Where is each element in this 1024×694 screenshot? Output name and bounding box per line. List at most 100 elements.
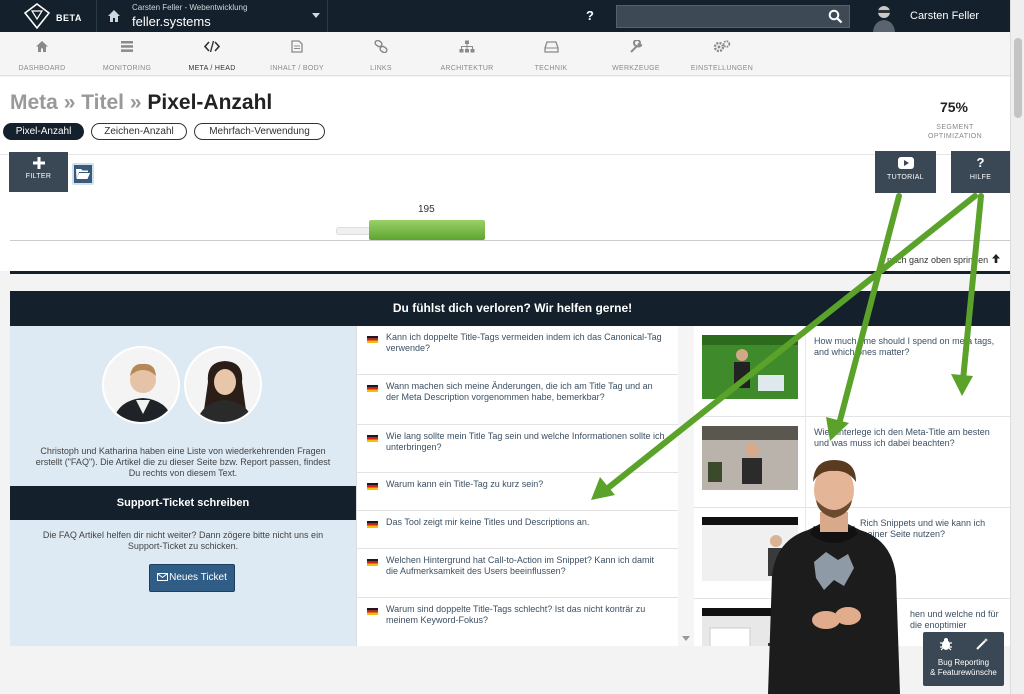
page-title: Pixel-Anzahl — [147, 91, 273, 114]
faq-question[interactable]: Kann ich doppelte Title-Tags vermeiden i… — [386, 332, 666, 354]
new-ticket-label: Neues Ticket — [169, 572, 227, 583]
question-icon: ? — [976, 155, 985, 170]
envelope-icon — [157, 573, 169, 581]
breadcrumb-titel[interactable]: Titel — [81, 91, 124, 114]
account-owner: Carsten Feller - Webentwicklung — [132, 3, 248, 12]
chevron-down-icon — [312, 13, 320, 18]
jump-to-top-link[interactable]: nach ganz oben springen — [887, 254, 1001, 265]
tutorial-button[interactable]: TUTORIAL — [875, 151, 936, 193]
nav-technik[interactable]: TECHNIK — [528, 32, 574, 76]
nav-meta-head[interactable]: META / HEAD — [180, 32, 244, 76]
search-icon[interactable] — [828, 9, 843, 24]
tab-mehrfach-verwendung[interactable]: Mehrfach-Verwendung — [194, 123, 325, 140]
beta-badge: BETA — [56, 13, 82, 23]
link-icon — [374, 40, 388, 53]
faq-item[interactable]: Warum kann ein Title-Tag zu kurz sein? — [357, 473, 679, 511]
nav-werkzeuge[interactable]: WERKZEUGE — [608, 32, 664, 76]
segment-score: 75% — [939, 99, 969, 115]
nav-links[interactable]: LINKS — [358, 32, 404, 76]
chevron-down-icon — [682, 636, 690, 641]
chart-bar-background — [336, 227, 370, 235]
faq-item[interactable]: Das Tool zeigt mir keine Titles und Desc… — [357, 511, 679, 549]
faq-question[interactable]: Warum sind doppelte Title-Tags schlecht?… — [386, 604, 666, 626]
scrollbar-thumb[interactable] — [1014, 38, 1022, 118]
gears-icon — [713, 40, 731, 53]
nav-einstellungen[interactable]: EINSTELLUNGEN — [688, 32, 756, 76]
filter-button[interactable]: FILTER — [9, 152, 68, 192]
faq-scrollbar[interactable] — [678, 326, 694, 646]
document-icon — [291, 40, 303, 53]
score-label-line: SEGMENT — [936, 124, 974, 131]
help-button[interactable]: ? — [586, 8, 594, 23]
video-title[interactable]: Wie hinterlege ich den Meta-Title am bes… — [814, 427, 1004, 449]
user-name[interactable]: Carsten Feller — [910, 10, 979, 22]
faq-item[interactable]: Wann machen sich meine Änderungen, die i… — [357, 375, 679, 425]
avatar-christoph — [102, 346, 180, 424]
faq-question[interactable]: Warum kann ein Title-Tag zu kurz sein? — [386, 479, 666, 490]
faq-item[interactable]: Welchen Hintergrund hat Call-to-Action i… — [357, 549, 679, 598]
nav-label: INHALT / BODY — [270, 65, 324, 72]
account-switcher[interactable]: Carsten Feller - Webentwicklung feller.s… — [96, 0, 328, 32]
faq-question[interactable]: Das Tool zeigt mir keine Titles und Desc… — [386, 517, 666, 528]
faq-question[interactable]: Welchen Hintergrund hat Call-to-Action i… — [386, 555, 666, 577]
nav-label: EINSTELLUNGEN — [690, 65, 754, 72]
video-thumbnail[interactable] — [702, 335, 798, 399]
bug-report-button[interactable]: Bug Reporting & Featurewünsche — [923, 632, 1004, 686]
faq-item[interactable]: Wie lang sollte mein Title Tag sein und … — [357, 425, 679, 473]
nav-label: TECHNIK — [534, 65, 568, 72]
help-intro-text: Christoph und Katharina haben eine Liste… — [35, 446, 331, 478]
nav-dashboard[interactable]: DASHBOARD — [12, 32, 72, 76]
faq-item[interactable]: Kann ich doppelte Title-Tags vermeiden i… — [357, 326, 679, 375]
help-section-header: Du fühlst dich verloren? Wir helfen gern… — [10, 291, 1015, 326]
faq-item[interactable]: Warum sind doppelte Title-Tags schlecht?… — [357, 598, 679, 646]
nav-inhalt-body[interactable]: INHALT / BODY — [264, 32, 330, 76]
folder-open-icon — [76, 169, 90, 179]
tab-pixel-anzahl[interactable]: Pixel-Anzahl — [3, 123, 84, 140]
flag-de-icon — [367, 385, 378, 392]
tab-zeichen-anzahl[interactable]: Zeichen-Anzahl — [91, 123, 187, 140]
flag-de-icon — [367, 608, 378, 615]
nav-architektur[interactable]: ARCHITEKTUR — [436, 32, 498, 76]
help-intro-panel: Christoph und Katharina haben eine Liste… — [10, 326, 356, 646]
sitemap-icon — [459, 40, 475, 53]
page-scrollbar[interactable] — [1010, 0, 1024, 694]
section-divider — [10, 271, 1015, 274]
nav-label: MONITORING — [102, 65, 152, 72]
folder-button[interactable] — [72, 163, 94, 185]
divider — [805, 326, 806, 417]
plus-icon — [32, 157, 45, 169]
logo[interactable]: BETA — [24, 3, 88, 29]
avatar[interactable] — [868, 1, 900, 32]
hilfe-button[interactable]: ? HILFE — [951, 151, 1010, 193]
arrow-up-icon — [992, 254, 1001, 263]
faq-question[interactable]: Wann machen sich meine Änderungen, die i… — [386, 381, 666, 403]
list-icon — [121, 41, 133, 52]
new-ticket-button[interactable]: Neues Ticket — [149, 564, 235, 592]
chart-baseline — [10, 240, 1015, 241]
breadcrumb-separator: » — [124, 91, 148, 114]
chart-area: FILTER TUTORIAL ? HILFE 195 nach ganz ob… — [0, 151, 1015, 274]
flag-de-icon — [367, 483, 378, 490]
breadcrumb-meta[interactable]: Meta — [10, 91, 58, 114]
video-item[interactable]: How much time should I spend on meta tag… — [694, 326, 1015, 417]
nav-label: ARCHITEKTUR — [440, 65, 494, 72]
logo-diamond-icon — [24, 3, 50, 29]
chart-bar[interactable] — [369, 220, 485, 240]
video-title[interactable]: hen und welche nd für die enoptimier — [910, 609, 1010, 631]
wrench-icon — [630, 40, 643, 53]
nav-monitoring[interactable]: MONITORING — [96, 32, 158, 76]
faq-question[interactable]: Wie lang sollte mein Title Tag sein und … — [386, 431, 666, 453]
page-header: Meta » Titel » Pixel-Anzahl Pixel-Anzahl… — [0, 77, 1010, 154]
search-input[interactable] — [617, 6, 822, 27]
segment-score-label: SEGMENT OPTIMIZATION — [918, 123, 992, 141]
home-icon — [36, 41, 48, 52]
nav-label: META / HEAD — [188, 65, 236, 72]
chart-data-label: 195 — [418, 204, 435, 215]
account-name: feller.systems — [132, 14, 211, 29]
flag-de-icon — [367, 336, 378, 343]
breadcrumb-separator: » — [57, 91, 82, 114]
video-title[interactable]: How much time should I spend on meta tag… — [814, 336, 1004, 358]
search-field[interactable] — [616, 5, 850, 28]
ticket-info-text: Die FAQ Artikel helfen dir nicht weiter?… — [42, 530, 324, 551]
bug-report-label: Bug Reporting — [937, 658, 990, 667]
